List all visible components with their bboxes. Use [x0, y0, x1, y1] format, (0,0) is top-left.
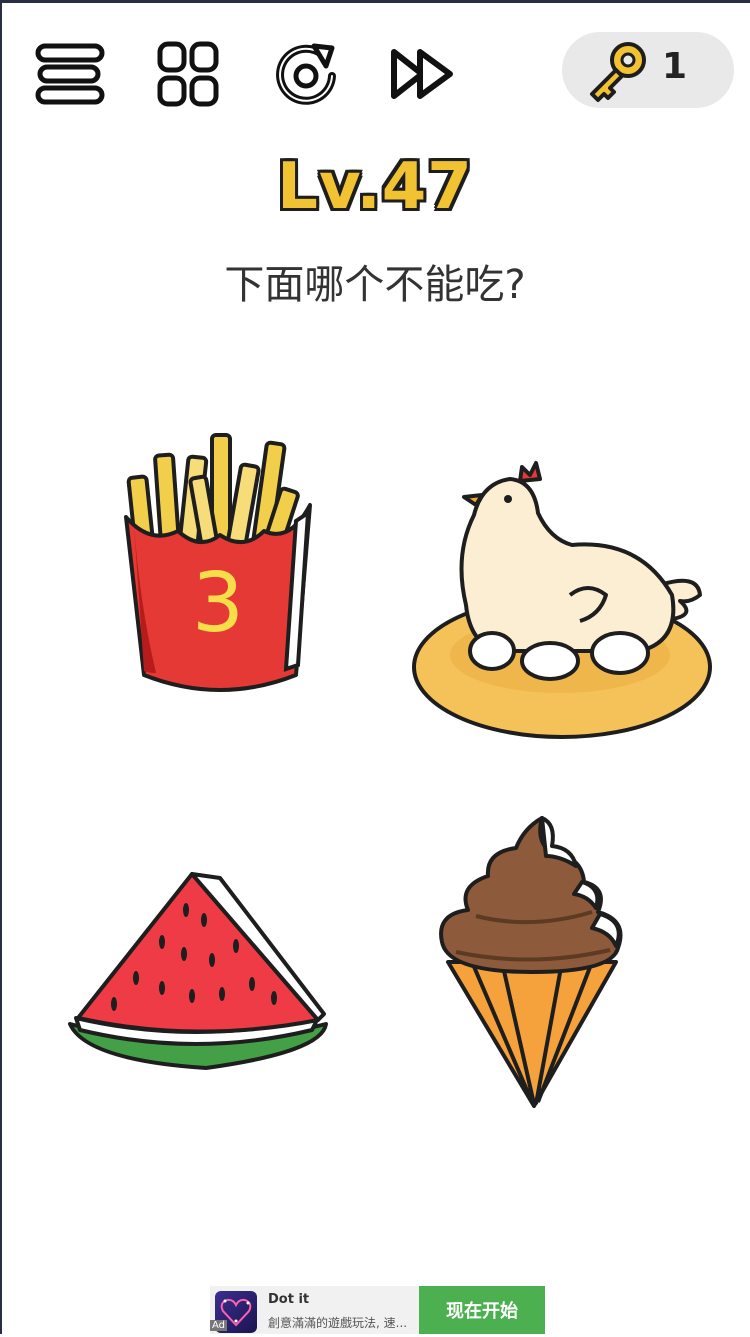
- restart-button[interactable]: [268, 36, 344, 112]
- key-icon: [590, 42, 646, 102]
- hen-on-nest-image: [412, 461, 712, 739]
- menu-button[interactable]: [32, 36, 108, 112]
- menu-icon: [35, 43, 105, 105]
- ad-banner[interactable]: Ad Dot it 創意滿滿的遊戲玩法, 速... 现在开始: [210, 1286, 545, 1334]
- option-watermelon[interactable]: [66, 868, 331, 1078]
- frame-top-border: [0, 0, 750, 3]
- level-select-button[interactable]: [150, 36, 226, 112]
- option-hen[interactable]: [410, 455, 720, 750]
- option-icecream[interactable]: [432, 812, 632, 1112]
- ad-tag: Ad: [210, 1320, 228, 1331]
- question-text: 下面哪个不能吃?: [224, 262, 526, 308]
- key-counter[interactable]: 1: [562, 32, 734, 108]
- level-grid-icon: [157, 41, 219, 107]
- restart-icon: [276, 43, 336, 105]
- option-fries[interactable]: 3: [120, 425, 320, 705]
- skip-button[interactable]: [386, 36, 462, 112]
- fries-box-number: 3: [192, 556, 244, 651]
- french-fries-image: 3: [124, 433, 312, 692]
- ad-description: 創意滿滿的遊戲玩法, 速...: [268, 1316, 408, 1330]
- skip-icon: [391, 49, 453, 99]
- watermelon-slice-image: [68, 872, 328, 1070]
- ad-cta-button[interactable]: 现在开始: [419, 1286, 545, 1334]
- key-count: 1: [662, 46, 688, 87]
- level-label: Lv.47: [277, 150, 473, 224]
- ice-cream-cone-image: [439, 816, 623, 1108]
- ad-title: Dot it: [268, 1292, 310, 1307]
